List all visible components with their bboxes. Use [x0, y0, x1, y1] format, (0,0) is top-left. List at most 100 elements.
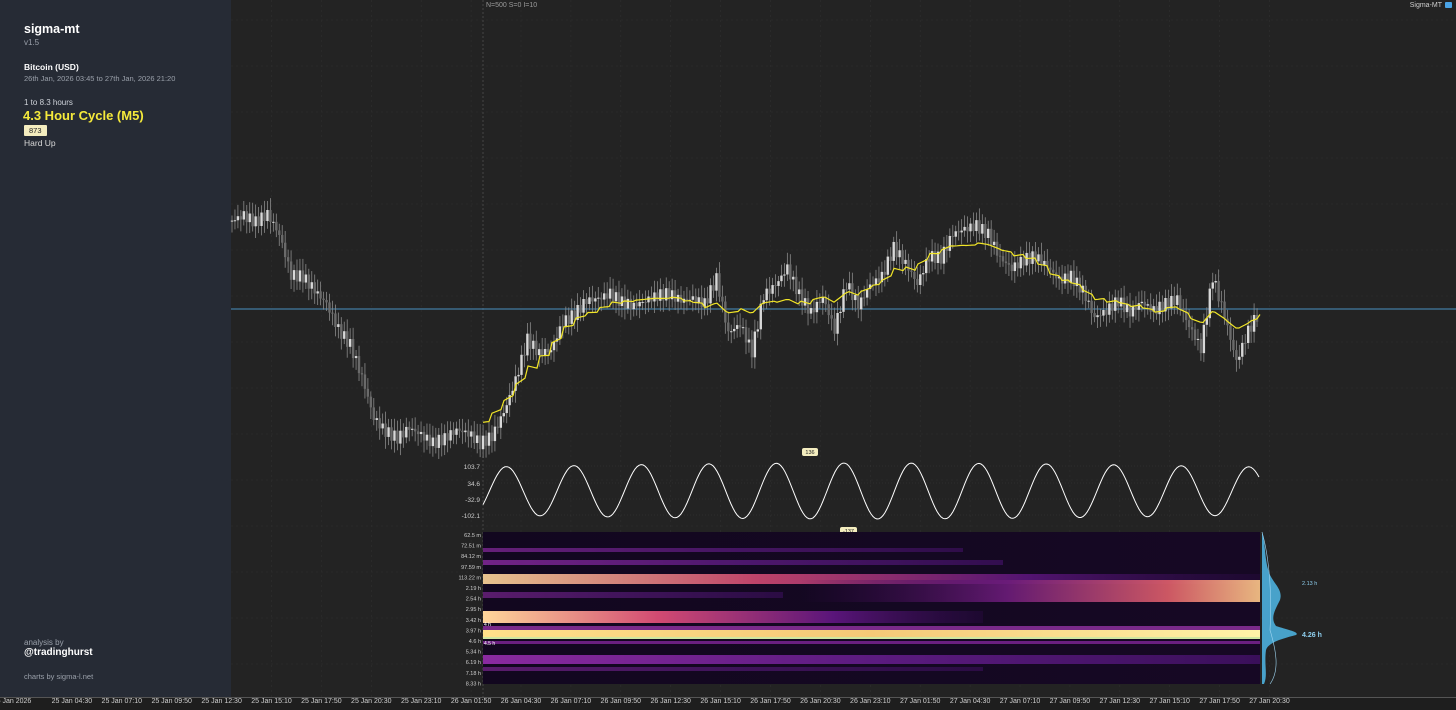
cycle-wave	[482, 462, 1260, 520]
candle-body	[1196, 338, 1200, 340]
candle-body	[795, 276, 798, 295]
candle-body	[325, 299, 328, 303]
candle-body	[481, 435, 485, 450]
candle-body	[922, 273, 925, 275]
candle-body	[1235, 350, 1238, 360]
x-tick-label: 27 Jan 01:50	[899, 698, 941, 705]
candle-body	[552, 341, 556, 351]
candle-body	[756, 329, 760, 332]
candle-body	[310, 282, 313, 289]
candle-body	[839, 311, 842, 313]
candle-body	[1202, 324, 1206, 354]
candle-body	[1131, 306, 1135, 317]
heatmap-y-label: 113.22 m	[458, 575, 481, 581]
candle-body	[579, 304, 582, 313]
candle-body	[502, 413, 505, 417]
candle-body	[281, 234, 284, 243]
candle-body	[1019, 256, 1022, 269]
candle-body	[1010, 264, 1014, 272]
x-tick-label: 26 Jan 17:50	[750, 698, 791, 705]
candle-body	[898, 250, 901, 258]
candle-body	[1114, 297, 1117, 311]
candle-body	[475, 435, 479, 444]
candle-body	[718, 273, 721, 297]
candle-body	[478, 435, 482, 450]
candle-body	[1105, 310, 1108, 315]
candle-body	[635, 302, 638, 307]
candle-body	[930, 251, 934, 262]
candle-body	[623, 296, 627, 309]
candle-body	[1084, 285, 1087, 302]
candle-body	[644, 301, 647, 303]
x-tick-label: 26 Jan 04:30	[500, 698, 542, 705]
candle-body	[375, 418, 378, 420]
candle-body	[328, 302, 331, 313]
candle-body	[780, 275, 783, 282]
candle-body	[753, 331, 757, 358]
candle-body	[709, 285, 712, 304]
candle-body	[410, 428, 414, 430]
candle-body	[632, 302, 635, 310]
x-tick-label: 26 Jan 12:30	[650, 698, 691, 705]
candle-body	[895, 241, 898, 258]
candle-body	[408, 426, 411, 430]
candle-body	[851, 283, 854, 301]
candle-body	[833, 318, 836, 334]
candle-body	[260, 212, 263, 226]
candle-body	[1220, 301, 1223, 303]
candle-body	[738, 325, 742, 328]
candle-body	[298, 270, 302, 282]
candle-body	[626, 298, 630, 309]
chart-canvas[interactable]: 103.7 34.6 -32.9 -102.1 136 -137 62.5 m 7…	[0, 0, 1456, 697]
candle-body	[585, 298, 588, 304]
candle-body	[517, 374, 520, 377]
candle-body	[1040, 254, 1043, 266]
x-tick-label: 25 Jan 09:50	[151, 698, 192, 705]
candle-body	[800, 289, 804, 306]
candle-body	[372, 407, 375, 420]
candle-body	[458, 428, 461, 431]
candle-body	[732, 328, 736, 332]
candle-body	[981, 224, 984, 234]
candle-body	[1037, 254, 1040, 262]
candle-body	[354, 356, 358, 359]
candle-body	[269, 210, 272, 222]
candle-body	[771, 285, 774, 294]
candle-body	[245, 211, 248, 223]
brand-label[interactable]: Sigma-MT	[1410, 2, 1452, 9]
x-tick-label: 25 Jan 17:50	[301, 698, 342, 705]
candle-body	[1099, 315, 1102, 317]
candle-body	[954, 231, 957, 237]
candle-body	[1193, 329, 1197, 340]
candle-body	[443, 433, 446, 446]
candle-body	[543, 348, 547, 356]
x-tick-label: 25 Jan 15:10	[251, 698, 292, 705]
candle-body	[1096, 315, 1099, 318]
candle-body	[484, 435, 488, 446]
x-tick-label: 25 Jan 2026	[0, 698, 32, 705]
candle-body	[638, 301, 641, 307]
candle-body	[263, 212, 266, 222]
candle-body	[600, 297, 603, 300]
candle-body	[1223, 301, 1226, 319]
candle-body	[1001, 256, 1005, 262]
candle-body	[1246, 325, 1250, 343]
cycle-tick-0: 103.7	[464, 464, 481, 471]
candle-body	[351, 339, 355, 359]
candle-body	[419, 431, 423, 435]
candle-body	[455, 428, 458, 435]
x-tick-label: 27 Jan 20:30	[1249, 698, 1290, 705]
x-tick-label: 25 Jan 04:30	[51, 698, 93, 705]
candle-body	[369, 396, 373, 408]
candle-body	[570, 310, 573, 324]
candle-body	[777, 281, 780, 286]
candle-body	[721, 296, 724, 302]
candle-body	[815, 301, 819, 313]
candle-body	[916, 278, 919, 285]
candle-body	[712, 285, 715, 291]
candle-body	[1170, 295, 1173, 309]
candle-body	[413, 428, 417, 432]
candle-body	[989, 228, 993, 246]
candle-body	[972, 223, 975, 232]
heatmap-y-label: 3.42 h	[466, 618, 481, 624]
